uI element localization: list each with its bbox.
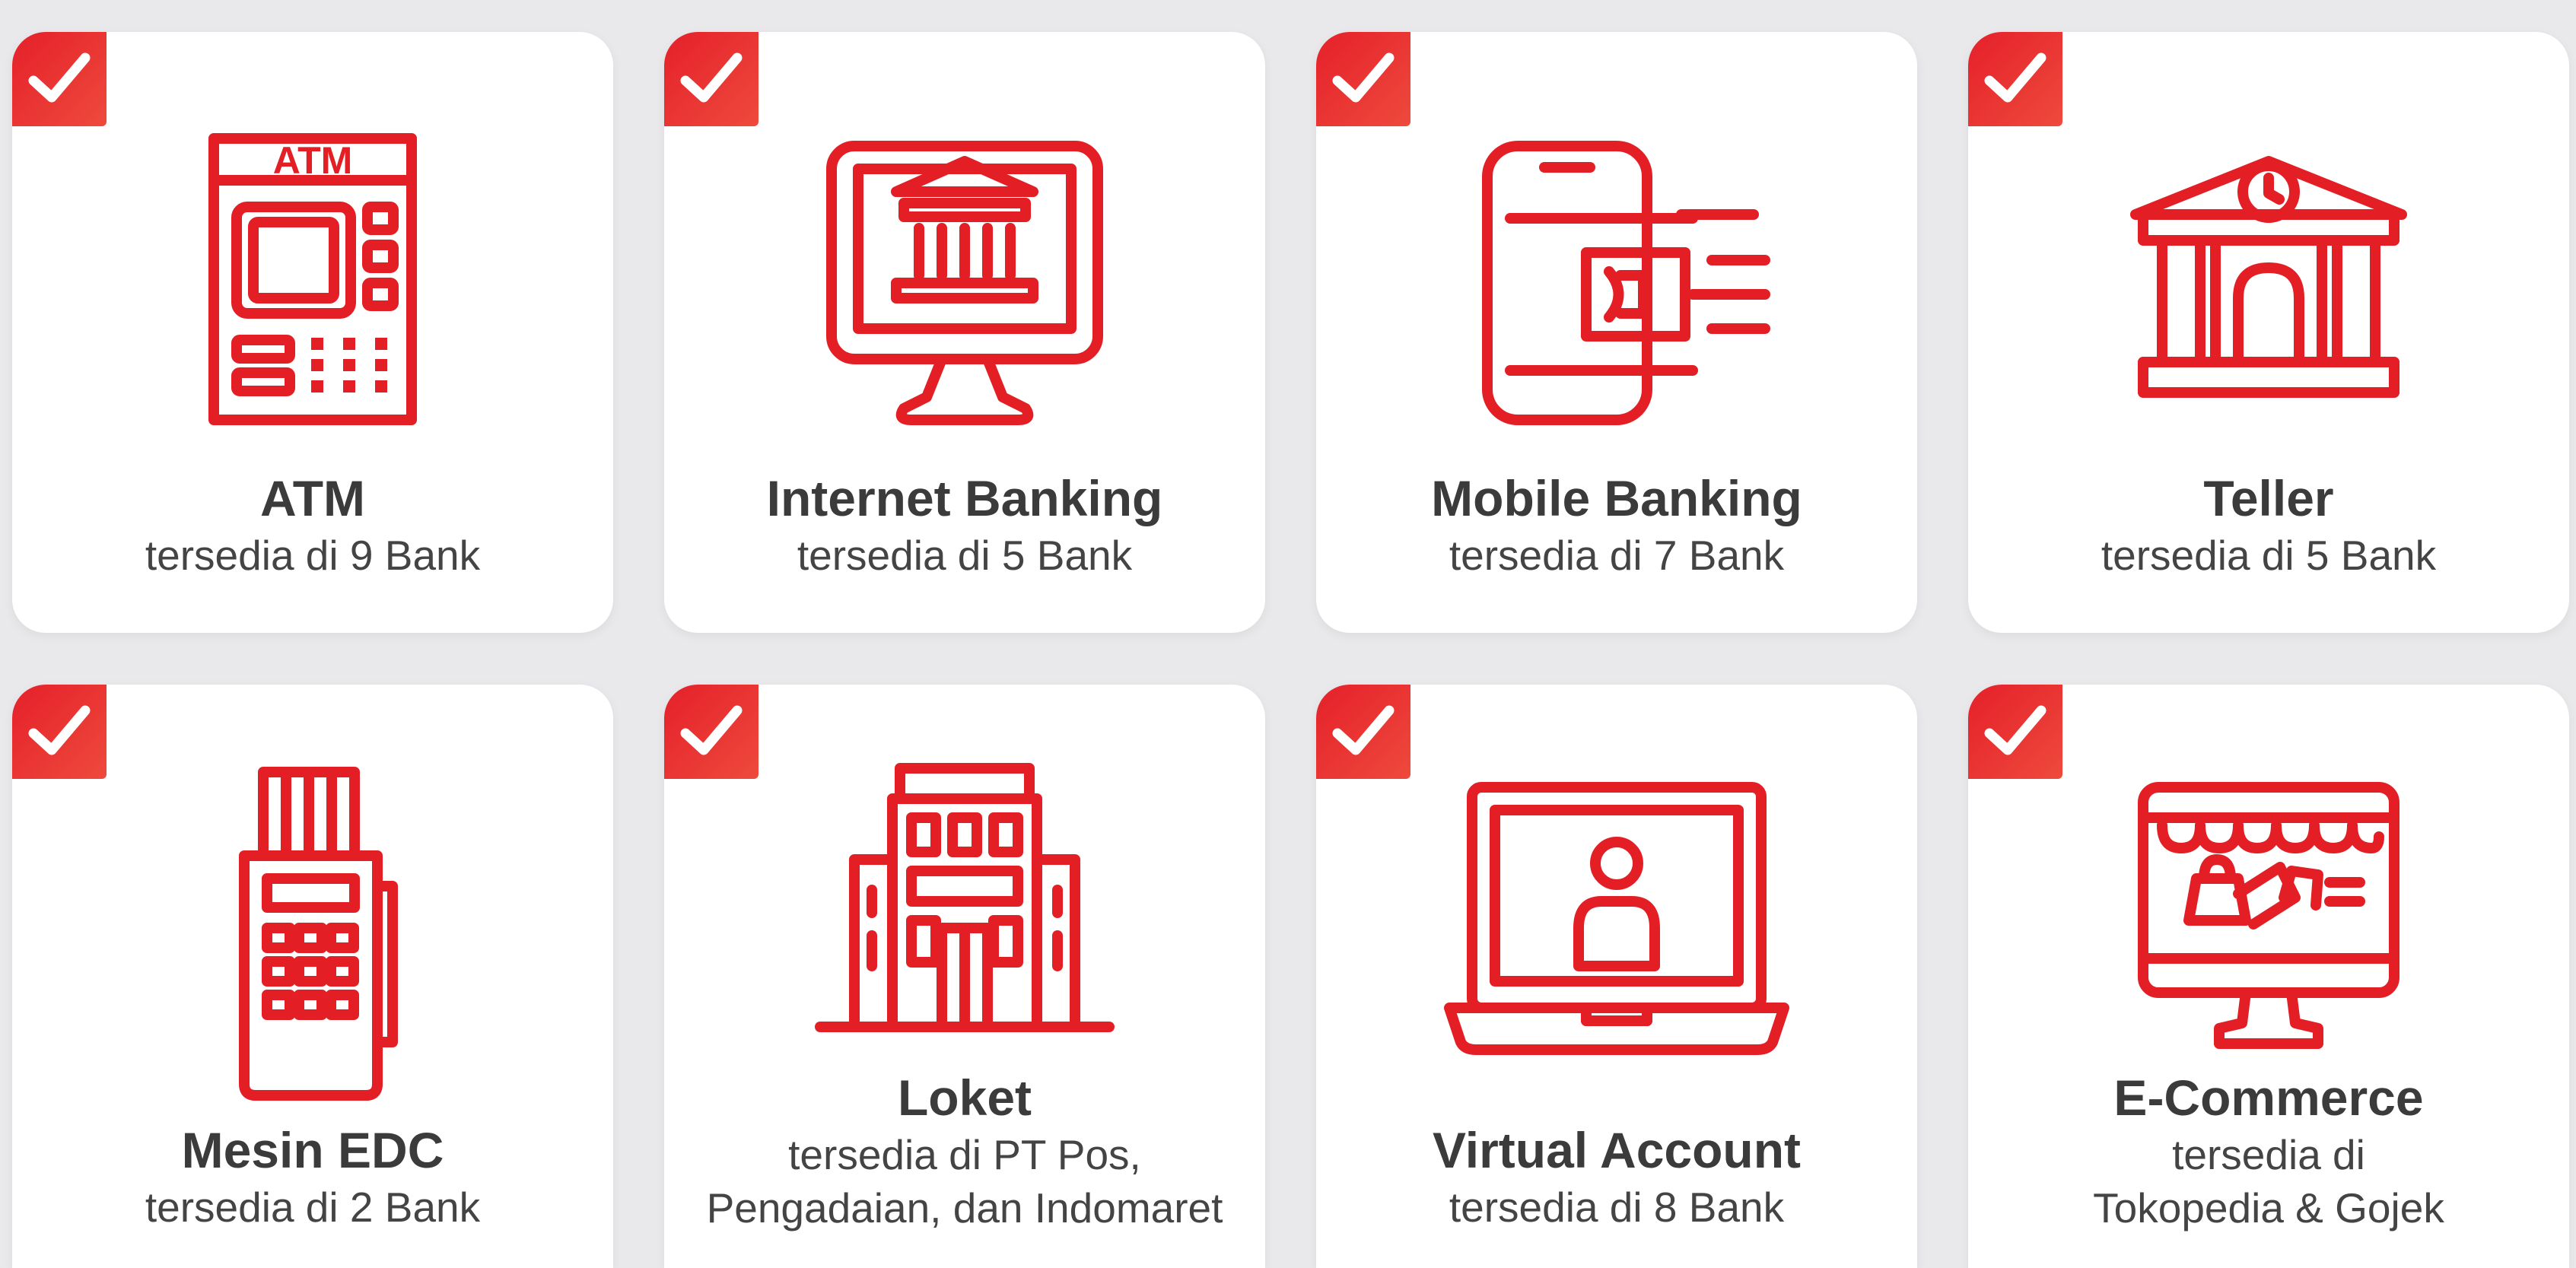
card-title: Mesin EDC: [181, 1122, 444, 1178]
card-text: Internet Banking tersedia di 5 Bank: [664, 468, 1265, 582]
check-icon: [28, 52, 91, 103]
check-icon: [28, 705, 91, 755]
check-icon: [680, 705, 743, 755]
card-title: Teller: [2203, 470, 2334, 526]
card-loket[interactable]: Loket tersedia di PT Pos, Pengadaian, da…: [664, 685, 1265, 1268]
checkmark-badge: [12, 685, 107, 779]
card-title: E-Commerce: [2113, 1069, 2424, 1126]
card-title: Internet Banking: [766, 470, 1163, 526]
checkmark-badge: [664, 685, 758, 779]
card-e-commerce[interactable]: E-Commerce tersedia di Tokopedia & Gojek: [1968, 685, 2569, 1268]
edc-card-terminal-icon: [161, 745, 465, 1101]
checkmark-badge: [1316, 32, 1410, 126]
card-text: Loket tersedia di PT Pos, Pengadaian, da…: [664, 1067, 1265, 1235]
check-icon: [1332, 52, 1395, 103]
atm-machine-icon: ATM: [161, 93, 465, 427]
card-virtual-account[interactable]: Virtual Account tersedia di 8 Bank: [1316, 685, 1917, 1268]
checkmark-badge: [664, 32, 758, 126]
bank-building-clock-icon: [2116, 93, 2421, 427]
checkmark-badge: [1968, 685, 2062, 779]
mobile-payment-icon: [1465, 93, 1770, 427]
card-subtitle: tersedia di 9 Bank: [145, 532, 481, 579]
laptop-user-icon: [1444, 745, 1789, 1080]
card-teller[interactable]: Teller tersedia di 5 Bank: [1968, 32, 2569, 633]
card-text: Teller tersedia di 5 Bank: [1968, 468, 2569, 582]
card-title: Loket: [897, 1069, 1032, 1126]
card-mesin-edc[interactable]: Mesin EDC tersedia di 2 Bank: [12, 685, 613, 1268]
card-subtitle: tersedia di 7 Bank: [1449, 532, 1785, 579]
card-title: Virtual Account: [1432, 1122, 1802, 1178]
online-shop-monitor-icon: [2116, 745, 2421, 1080]
card-text: ATM tersedia di 9 Bank: [12, 468, 613, 582]
card-subtitle-line-1: tersedia di PT Pos,: [788, 1131, 1141, 1178]
svg-text:ATM: ATM: [273, 139, 353, 182]
check-icon: [1332, 705, 1395, 755]
card-text: Virtual Account tersedia di 8 Bank: [1316, 1120, 1917, 1234]
card-subtitle: tersedia di 5 Bank: [797, 532, 1133, 579]
monitor-bank-icon: [813, 93, 1117, 427]
card-subtitle-line-2: Tokopedia & Gojek: [2093, 1184, 2444, 1231]
card-text: Mesin EDC tersedia di 2 Bank: [12, 1120, 613, 1234]
office-building-icon: [813, 745, 1117, 1080]
card-subtitle-line-1: tersedia di: [2172, 1131, 2365, 1178]
card-subtitle: tersedia di 8 Bank: [1449, 1184, 1785, 1231]
checkmark-badge: [1316, 685, 1410, 779]
check-icon: [1984, 52, 2046, 103]
payment-channels-grid: ATM ATM tersedia di 9 Bank Internet Bank…: [0, 0, 2576, 1268]
card-text: E-Commerce tersedia di Tokopedia & Gojek: [1968, 1067, 2569, 1235]
check-icon: [680, 52, 743, 103]
card-subtitle-line-2: Pengadaian, dan Indomaret: [706, 1184, 1223, 1231]
card-title: ATM: [259, 470, 366, 526]
card-atm[interactable]: ATM ATM tersedia di 9 Bank: [12, 32, 613, 633]
card-mobile-banking[interactable]: Mobile Banking tersedia di 7 Bank: [1316, 32, 1917, 633]
checkmark-badge: [12, 32, 107, 126]
card-subtitle: tersedia di 2 Bank: [145, 1184, 481, 1231]
card-title: Mobile Banking: [1431, 470, 1802, 526]
card-internet-banking[interactable]: Internet Banking tersedia di 5 Bank: [664, 32, 1265, 633]
checkmark-badge: [1968, 32, 2062, 126]
card-text: Mobile Banking tersedia di 7 Bank: [1316, 468, 1917, 582]
check-icon: [1984, 705, 2046, 755]
card-subtitle: tersedia di 5 Bank: [2101, 532, 2437, 579]
